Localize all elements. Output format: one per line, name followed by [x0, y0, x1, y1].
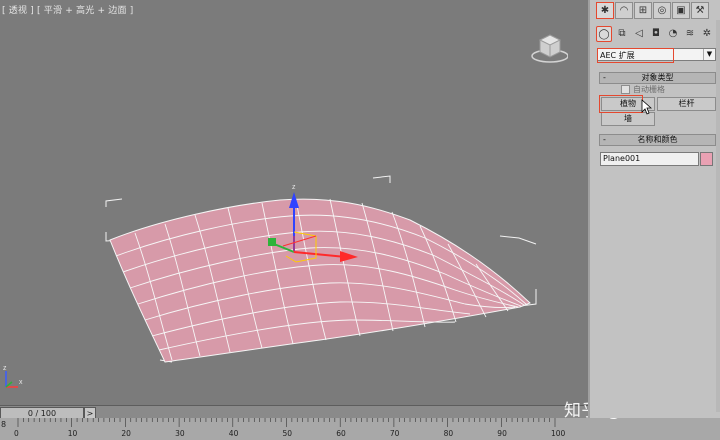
mouse-cursor-icon	[641, 99, 652, 115]
autogrid-row[interactable]: 自动栅格	[621, 84, 665, 95]
status-number: 8	[1, 420, 7, 429]
tick-label: 50	[282, 429, 293, 438]
tick-label: 80	[443, 429, 454, 438]
geometry-icon[interactable]: ◯	[596, 26, 612, 42]
cameras-icon[interactable]: ◘	[649, 26, 663, 40]
name-color-title: 名称和颜色	[637, 135, 678, 144]
modify-icon[interactable]: ◠	[615, 2, 633, 19]
tick-label: 0	[14, 429, 19, 438]
create-icon[interactable]: ✱	[596, 2, 614, 19]
systems-icon[interactable]: ✲	[700, 26, 714, 40]
tick-label: 70	[389, 429, 400, 438]
svg-text:z: z	[3, 365, 7, 372]
create-subtabs: ◯ ⧉ ◁ ◘ ◔ ≋ ✲	[596, 26, 714, 42]
spacewarps-icon[interactable]: ≋	[683, 26, 697, 40]
panel-scrollbar[interactable]	[716, 20, 720, 412]
axis-tripod-icon: x z	[3, 365, 23, 388]
track-bar[interactable]: 8 0 10 20 30 40 50 60 70 80 90 100	[0, 418, 720, 440]
plane-mesh-scene[interactable]: z	[0, 0, 588, 403]
object-name-field[interactable]: Plane001	[600, 152, 699, 166]
utilities-icon[interactable]: ⚒	[691, 2, 709, 19]
hierarchy-icon[interactable]: ⊞	[634, 2, 652, 19]
tick-label: 40	[228, 429, 239, 438]
svg-text:x: x	[19, 379, 23, 386]
time-slider[interactable]: 0 / 100 >	[0, 405, 588, 420]
tick-label: 10	[67, 429, 78, 438]
chevron-down-icon[interactable]: ▼	[703, 49, 715, 60]
tick-label: 60	[336, 429, 346, 438]
collapse-icon[interactable]: -	[603, 73, 606, 83]
panel-tabs: ✱ ◠ ⊞ ◎ ▣ ⚒	[596, 2, 709, 20]
helpers-icon[interactable]: ◔	[666, 26, 680, 40]
tick-label: 30	[175, 429, 185, 438]
tick-label: 100	[551, 429, 566, 438]
dropdown-highlight	[597, 48, 674, 63]
name-color-rollout[interactable]: - 名称和颜色	[599, 134, 716, 146]
railing-button[interactable]: 栏杆	[657, 97, 716, 111]
foliage-highlight	[599, 95, 643, 113]
tick-label: 90	[497, 429, 507, 438]
command-panel: ✱ ◠ ⊞ ◎ ▣ ⚒ ◯ ⧉ ◁ ◘ ◔ ≋ ✲ AEC 扩展 ▼ - 对象类…	[588, 0, 720, 418]
svg-text:z: z	[292, 184, 296, 191]
object-type-rollout[interactable]: - 对象类型	[599, 72, 716, 84]
object-type-title: 对象类型	[641, 73, 674, 82]
motion-icon[interactable]: ◎	[653, 2, 671, 19]
collapse-icon[interactable]: -	[603, 135, 606, 145]
shapes-icon[interactable]: ⧉	[615, 26, 629, 40]
tick-label: 20	[121, 429, 131, 438]
object-color-swatch[interactable]	[700, 152, 713, 166]
autogrid-checkbox[interactable]	[621, 85, 630, 94]
display-icon[interactable]: ▣	[672, 2, 690, 19]
lights-icon[interactable]: ◁	[632, 26, 646, 40]
perspective-viewport[interactable]: [ 透视 ] [ 平滑 + 高光 + 边面 ] z x z	[0, 0, 588, 403]
autogrid-label: 自动栅格	[633, 85, 665, 94]
viewcube-icon[interactable]	[528, 30, 568, 66]
